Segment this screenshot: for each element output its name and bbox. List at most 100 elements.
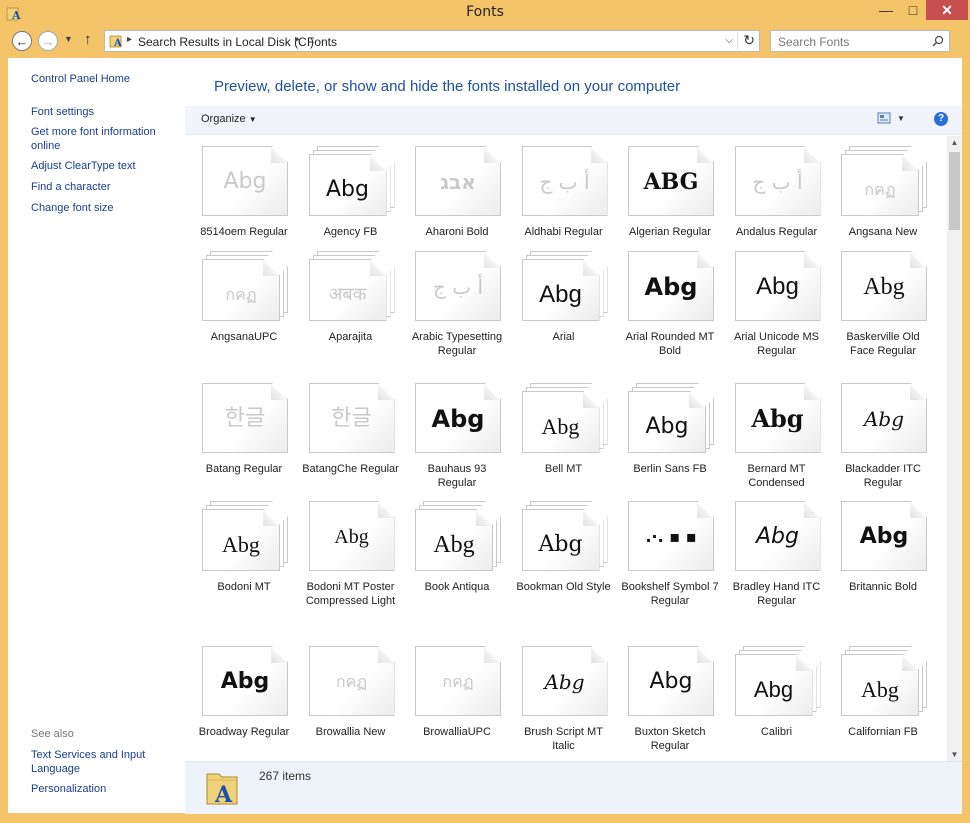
font-file-icon: Abg bbox=[522, 646, 608, 716]
address-dropdown-icon[interactable]: ⌵ bbox=[725, 35, 733, 46]
link-find-character[interactable]: Find a character bbox=[31, 180, 171, 194]
address-bar[interactable]: A ▸ Search Results in Local Disk (C:) ▸ … bbox=[104, 30, 760, 52]
font-sheet: 한글 bbox=[202, 383, 288, 453]
link-control-panel-home[interactable]: Control Panel Home bbox=[31, 72, 171, 86]
window-title: Fonts bbox=[466, 4, 504, 20]
font-sheet: Abg bbox=[522, 259, 600, 321]
font-sample: Abg bbox=[756, 524, 799, 549]
fonts-window: A Fonts — □ ✕ ← → ▼ ↑ A ▸ Search Results… bbox=[0, 0, 970, 823]
font-sheet: กคฏ bbox=[841, 154, 919, 216]
font-file-icon: ABG bbox=[628, 146, 714, 216]
link-more-font-information[interactable]: Get more font information online bbox=[31, 125, 171, 153]
font-sheet: Abg bbox=[841, 251, 927, 321]
font-sample: Abg bbox=[861, 677, 899, 702]
font-sample: กคฏ bbox=[335, 672, 368, 691]
font-sheet: Abg bbox=[841, 383, 927, 453]
scroll-down-arrow-icon[interactable]: ▼ bbox=[947, 750, 962, 759]
page-fold bbox=[697, 647, 713, 663]
link-personalization[interactable]: Personalization bbox=[31, 782, 171, 796]
command-bar: Organize ▼ ▼ ? bbox=[185, 106, 962, 135]
font-file-icon: אבג bbox=[415, 146, 501, 216]
search-input[interactable] bbox=[776, 34, 920, 50]
font-name: 8514oem Regular bbox=[200, 226, 288, 238]
font-family-icon: Abg bbox=[735, 646, 821, 716]
page-title: Preview, delete, or show and hide the fo… bbox=[214, 78, 681, 95]
close-button[interactable]: ✕ bbox=[926, 0, 968, 20]
font-name: Calibri bbox=[760, 726, 793, 738]
font-file-icon: กคฏ bbox=[309, 646, 395, 716]
breadcrumb-separator-icon[interactable]: ▸ bbox=[127, 34, 132, 45]
scroll-up-arrow-icon[interactable]: ▲ bbox=[947, 138, 962, 147]
font-grid: Abg 8514oem Regular Abg Agency FB אבג Aharoni… bbox=[185, 136, 945, 761]
font-sample: Abg bbox=[751, 404, 804, 433]
font-sample: Abg bbox=[433, 532, 475, 558]
font-sheet: Abg bbox=[309, 154, 387, 216]
font-sample: Abg bbox=[220, 669, 270, 694]
font-sample: अबक bbox=[328, 284, 367, 305]
search-box[interactable] bbox=[770, 30, 950, 52]
font-sheet: Abg bbox=[841, 501, 927, 571]
font-family-icon: กคฏ bbox=[841, 146, 927, 216]
font-name: Bauhaus 93 Regular bbox=[427, 463, 487, 489]
link-text-services[interactable]: Text Services and Input Language bbox=[31, 748, 161, 776]
page-fold bbox=[484, 384, 500, 400]
page-fold bbox=[910, 384, 926, 400]
maximize-button[interactable]: □ bbox=[900, 0, 926, 20]
page-fold bbox=[804, 252, 820, 268]
minimize-button[interactable]: — bbox=[872, 0, 900, 20]
page-fold bbox=[591, 647, 607, 663]
breadcrumb-fonts[interactable]: Fonts bbox=[307, 35, 337, 49]
font-sheet: Abg bbox=[202, 509, 280, 571]
page-fold bbox=[378, 647, 394, 663]
font-sample: أ ب ج bbox=[432, 275, 483, 299]
organize-button[interactable]: Organize ▼ bbox=[201, 113, 257, 125]
font-sheet: กคฏ bbox=[202, 259, 280, 321]
font-name: Andalus Regular bbox=[735, 226, 818, 238]
help-button[interactable]: ? bbox=[934, 112, 948, 126]
font-sheet: أ ب ج bbox=[522, 146, 608, 216]
breadcrumb-separator-icon[interactable]: ▸ bbox=[295, 34, 300, 45]
font-sheet: Abg bbox=[628, 251, 714, 321]
font-sample: กคฏ bbox=[864, 180, 896, 199]
page-fold bbox=[697, 147, 713, 163]
page-fold bbox=[484, 252, 500, 268]
font-name: Book Antiqua bbox=[424, 581, 490, 593]
breadcrumb-search-results[interactable]: Search Results in Local Disk (C:) bbox=[138, 35, 314, 49]
font-name: Arial Unicode MS Regular bbox=[734, 331, 819, 357]
font-sheet: Abg bbox=[522, 509, 600, 571]
font-name: Buxton Sketch Regular bbox=[634, 726, 706, 752]
font-family-icon: अबक bbox=[309, 251, 395, 321]
arrow-left-icon: ← bbox=[15, 33, 29, 49]
link-change-font-size[interactable]: Change font size bbox=[31, 201, 171, 215]
font-file-icon: 한글 bbox=[309, 383, 395, 453]
font-sample: Abg bbox=[326, 177, 369, 202]
font-sample: Abg bbox=[859, 524, 909, 549]
vertical-scrollbar[interactable]: ▲ ▼ bbox=[947, 136, 962, 761]
back-button[interactable]: ← bbox=[12, 31, 32, 51]
font-name: BatangChe Regular bbox=[302, 463, 399, 475]
font-sheet: Abg bbox=[735, 654, 813, 716]
item-count: 267 items bbox=[259, 769, 312, 783]
font-family-icon: Abg bbox=[522, 501, 608, 571]
page-fold bbox=[484, 147, 500, 163]
chevron-down-icon: ▼ bbox=[248, 115, 257, 124]
link-font-settings[interactable]: Font settings bbox=[31, 105, 171, 119]
font-file-icon: أ ب ج bbox=[522, 146, 608, 216]
font-name: BrowalliaUPC bbox=[423, 726, 491, 738]
font-family-icon: Abg bbox=[202, 501, 288, 571]
font-sheet: אבג bbox=[415, 146, 501, 216]
page-fold bbox=[804, 384, 820, 400]
scroll-thumb[interactable] bbox=[949, 152, 960, 230]
title-bar[interactable]: A Fonts — □ ✕ bbox=[0, 0, 970, 26]
up-button[interactable]: ↑ bbox=[84, 31, 92, 48]
change-view-button[interactable]: ▼ bbox=[877, 112, 905, 124]
recent-locations-button[interactable]: ▼ bbox=[64, 34, 73, 44]
refresh-icon[interactable]: ↻ bbox=[737, 32, 755, 49]
arrow-up-icon: ↑ bbox=[84, 31, 92, 48]
font-sheet: Abg bbox=[628, 646, 714, 716]
link-adjust-cleartype[interactable]: Adjust ClearType text bbox=[31, 159, 171, 173]
font-sheet: Abg bbox=[415, 509, 493, 571]
forward-button[interactable]: → bbox=[38, 31, 58, 51]
search-icon[interactable] bbox=[932, 35, 944, 47]
font-name: Browallia New bbox=[315, 726, 386, 738]
